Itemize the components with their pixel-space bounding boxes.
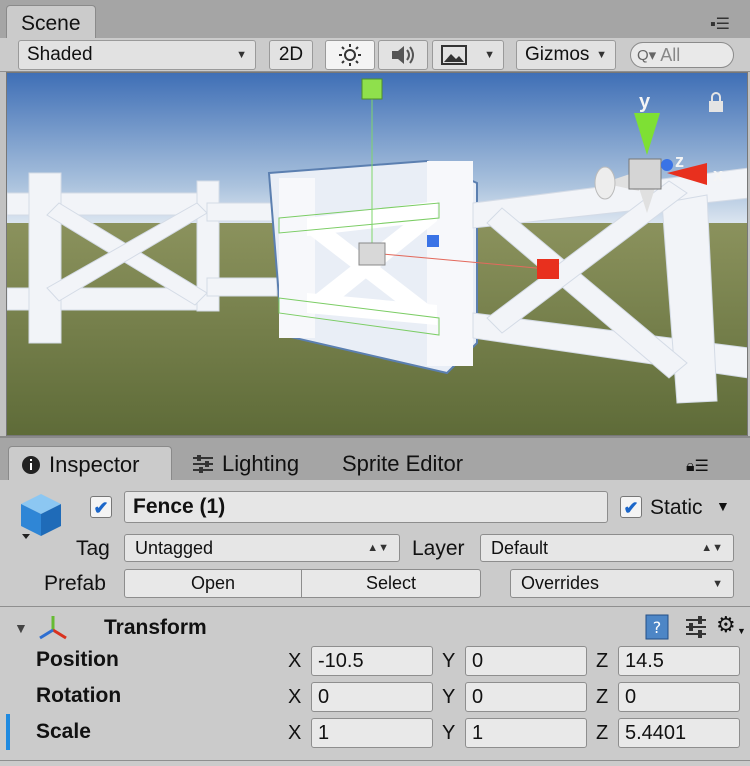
- overrides-label: Overrides: [521, 573, 600, 593]
- gizmo-label-y: y: [639, 91, 651, 113]
- tag-label: Tag: [76, 537, 110, 560]
- foldout-arrow-icon[interactable]: ▼: [14, 620, 28, 636]
- prefab-cube-icon: [21, 494, 61, 539]
- axis-x-label[interactable]: X: [288, 722, 301, 745]
- axis-y-label[interactable]: Y: [442, 650, 455, 673]
- override-indicator: [6, 714, 10, 750]
- search-placeholder: All: [660, 44, 681, 65]
- scene-toolbar: Shaded ▼ 2D ▼ Gizmos ▼ Q▾ All: [0, 38, 750, 72]
- axis-z-label[interactable]: Z: [596, 686, 608, 709]
- rotation-x-field[interactable]: 0: [311, 682, 433, 712]
- chevron-down-icon: ▼: [596, 49, 607, 61]
- inspector-lock-menu-icon[interactable]: 🔒︎☰: [686, 456, 709, 476]
- help-book-icon[interactable]: ?: [644, 614, 670, 640]
- scale-y-field[interactable]: 1: [465, 718, 587, 748]
- lighting-settings-icon: [193, 455, 213, 473]
- scale-z-field[interactable]: 5.4401: [618, 718, 740, 748]
- chevron-down-icon: ▼: [236, 49, 247, 61]
- speaker-icon: [392, 46, 414, 64]
- gizmo-z-handle[interactable]: [427, 235, 439, 247]
- tag-dropdown[interactable]: Untagged ▲▼: [124, 534, 400, 562]
- axis-z-label[interactable]: Z: [596, 722, 608, 745]
- search-icon: Q▾: [637, 47, 657, 64]
- position-z-field[interactable]: 14.5: [618, 646, 740, 676]
- axis-y-label[interactable]: Y: [442, 722, 455, 745]
- updown-arrow-icon: ▲▼: [701, 542, 723, 554]
- gizmo-x-handle[interactable]: [537, 259, 559, 279]
- static-checkbox[interactable]: ✔: [620, 496, 642, 518]
- gizmos-dropdown[interactable]: Gizmos ▼: [516, 40, 616, 70]
- tag-value: Untagged: [135, 537, 214, 558]
- static-label: Static: [650, 496, 703, 519]
- prefab-label: Prefab: [44, 572, 106, 595]
- image-effects-icon: [441, 45, 467, 65]
- tab-scene[interactable]: Scene: [6, 5, 96, 38]
- scene-render: [7, 73, 747, 435]
- gear-icon[interactable]: ⚙︎: [716, 612, 736, 638]
- tab-lighting[interactable]: Lighting: [180, 446, 311, 482]
- axis-z-label[interactable]: Z: [596, 650, 608, 673]
- divider: [0, 760, 750, 761]
- prefab-select-button[interactable]: Select: [301, 569, 481, 598]
- tab-inspector-label: Inspector: [49, 451, 140, 477]
- transform-axes-icon: [39, 616, 67, 640]
- tab-inspector[interactable]: Inspector: [8, 446, 172, 482]
- axis-y-label[interactable]: Y: [442, 686, 455, 709]
- static-dropdown-icon[interactable]: ▼: [716, 498, 730, 514]
- shading-mode-dropdown[interactable]: Shaded ▼: [18, 40, 256, 70]
- transform-title: Transform: [104, 616, 207, 639]
- sun-icon: [339, 44, 361, 66]
- gear-menu-caret-icon[interactable]: ▼: [737, 626, 746, 636]
- layer-dropdown[interactable]: Default ▲▼: [480, 534, 734, 562]
- gizmo-label-x: x: [713, 165, 724, 185]
- tab-sprite-editor[interactable]: Sprite Editor: [330, 446, 475, 482]
- position-y-field[interactable]: 0: [465, 646, 587, 676]
- position-label: Position: [36, 648, 119, 671]
- shading-mode-label: Shaded: [27, 44, 93, 65]
- inspector-tab-bar: Inspector Lighting Sprite Editor 🔒︎☰: [0, 436, 750, 482]
- axis-x-label[interactable]: X: [288, 686, 301, 709]
- effects-dropdown[interactable]: ▼: [432, 40, 504, 70]
- rotation-y-field[interactable]: 0: [465, 682, 587, 712]
- divider: [0, 606, 750, 607]
- position-x-field[interactable]: -10.5: [311, 646, 433, 676]
- chevron-down-icon: ▼: [712, 577, 723, 590]
- updown-arrow-icon: ▲▼: [367, 542, 389, 554]
- tab-lighting-label: Lighting: [222, 451, 300, 476]
- gizmo-y-handle[interactable]: [361, 78, 383, 100]
- svg-text:?: ?: [653, 618, 662, 637]
- layer-value: Default: [491, 537, 549, 558]
- scene-search-input[interactable]: Q▾ All: [630, 42, 734, 68]
- axis-x-label[interactable]: X: [288, 650, 301, 673]
- rotation-label: Rotation: [36, 684, 122, 707]
- gizmo-label-z: z: [675, 151, 684, 171]
- prefab-open-button[interactable]: Open: [124, 569, 302, 598]
- layer-label: Layer: [412, 537, 465, 560]
- scale-label: Scale: [36, 720, 91, 743]
- scene-viewport[interactable]: y z x: [6, 72, 748, 436]
- rotation-z-field[interactable]: 0: [618, 682, 740, 712]
- object-name-field[interactable]: Fence (1): [124, 491, 608, 523]
- active-checkbox[interactable]: ✔: [90, 496, 112, 518]
- panel-menu-icon[interactable]: ▪☰: [710, 14, 730, 34]
- gizmos-label: Gizmos: [525, 44, 590, 65]
- scene-tab-bar: Scene ▪☰: [0, 0, 750, 38]
- preset-sliders-icon[interactable]: [684, 614, 708, 640]
- overrides-dropdown[interactable]: Overrides ▼: [510, 569, 734, 598]
- scale-x-field[interactable]: 1: [311, 718, 433, 748]
- chevron-down-icon: ▼: [484, 49, 495, 61]
- 2d-toggle-button[interactable]: 2D: [269, 40, 313, 70]
- lighting-toggle-button[interactable]: [325, 40, 375, 70]
- audio-toggle-button[interactable]: [378, 40, 428, 70]
- info-icon: [22, 455, 40, 474]
- gizmo-center-handle[interactable]: [358, 242, 386, 266]
